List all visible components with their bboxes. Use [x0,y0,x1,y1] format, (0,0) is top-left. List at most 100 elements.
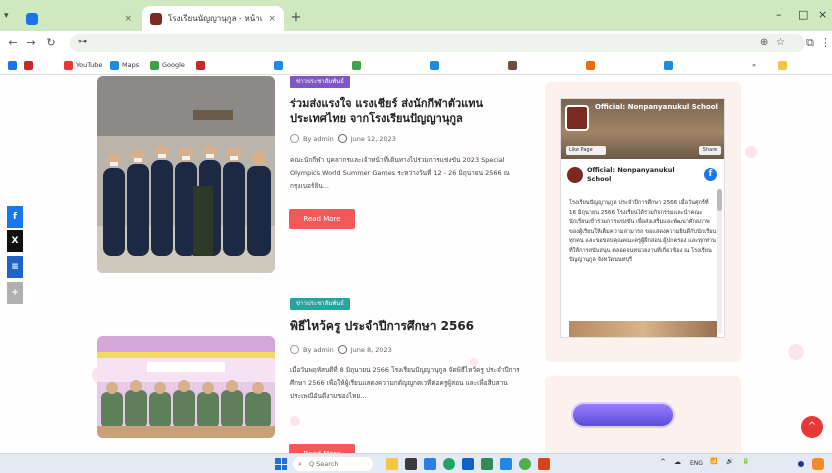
bookmark-item[interactable] [24,59,36,71]
post-excerpt: คณะนักกีฬา บุคลากรและเจ้าหน้าที่เดินทางไ… [290,156,510,190]
facebook-post-photo[interactable] [569,321,717,337]
category-badge[interactable]: ข่าวประชาสัมพันธ์ [290,298,350,310]
scrollbar[interactable] [717,189,722,334]
bookmark-icon [508,60,517,70]
apps-icon[interactable] [8,59,17,71]
app-icon[interactable] [481,458,493,470]
google-icon [150,60,159,70]
author-avatar-icon [290,345,299,354]
all-bookmarks[interactable] [778,59,790,71]
app-tray-icon[interactable] [812,458,824,470]
tab-favicon-icon [150,12,162,25]
bookmarks-bar: YouTube Maps Google » [0,55,832,75]
bookmark-item[interactable] [586,59,598,71]
more-share-button[interactable]: + [7,282,23,304]
close-window-button[interactable]: × [818,8,827,21]
facebook-cover[interactable]: Official: Nonpanyanukul School Like Page… [561,99,724,159]
read-more-button[interactable]: Read More [289,444,355,453]
scrollbar-thumb[interactable] [717,189,722,211]
post-thumbnail[interactable] [97,336,275,438]
store-icon[interactable] [500,458,512,470]
weather-icon[interactable]: ☁ [674,458,681,466]
app-icon[interactable] [519,458,531,470]
file-explorer-icon[interactable] [424,458,436,470]
tab-inactive[interactable]: × [18,6,140,31]
tab-search-icon[interactable]: ▾ [4,11,14,21]
search-placeholder: Q Search [309,460,339,468]
app-icon[interactable] [538,458,550,470]
edge-icon[interactable] [462,458,474,470]
decorative-dot [788,344,804,360]
decorative-dot [290,416,300,426]
notification-icon[interactable] [798,461,804,467]
widgets-icon[interactable] [386,458,398,470]
bookmark-item[interactable]: YouTube [64,59,102,71]
zoom-icon[interactable]: ⊕ [760,37,768,48]
minimize-button[interactable]: – [776,8,782,21]
bookmark-label: Maps [122,61,140,69]
facebook-page-name[interactable]: Official: Nonpanyanukul School [595,103,718,111]
extensions-icon[interactable]: ⧉ [806,36,814,50]
bookmark-item[interactable]: Google [150,59,185,71]
facebook-post-author[interactable]: Official: Nonpanyanukul School [587,166,677,184]
bookmark-icon [430,60,439,70]
like-page-button[interactable]: Like Page [566,146,606,155]
bookmark-label: Google [162,61,185,69]
post-title[interactable]: พิธีไหว้ครู ประจำปีการศึกษา 2566 [290,319,530,334]
facebook-icon[interactable]: f [704,168,717,181]
chrome-icon[interactable] [443,458,455,470]
battery-icon[interactable]: 🔋 [742,458,749,465]
windows-start-icon[interactable] [275,458,287,470]
new-tab-button[interactable]: + [288,10,304,26]
category-badge[interactable]: ข่าวประชาสัมพันธ์ [290,76,350,88]
avatar[interactable] [567,167,583,183]
read-more-button[interactable]: Read More [289,209,355,229]
facebook-share-button[interactable]: f [7,206,23,228]
post-date[interactable]: June 8, 2023 [351,346,392,354]
site-info-icon[interactable]: ⊶ [78,37,87,47]
bookmark-item[interactable] [352,59,364,71]
bookmark-item[interactable]: Maps [110,59,139,71]
tray-overflow-icon[interactable]: ^ [660,458,666,466]
bookmark-item[interactable] [430,59,442,71]
bookmark-icon [274,60,283,70]
tab-active[interactable]: โรงเรียนนัญญานุกูล - หน้าแรก × [142,6,284,31]
post-author[interactable]: By admin [303,135,334,143]
language-indicator[interactable]: ENG [690,460,703,467]
maps-icon [110,60,119,70]
x-share-button[interactable]: X [7,230,23,252]
back-icon[interactable]: ← [6,36,20,49]
bookmark-icon [352,60,361,70]
x-icon: X [11,236,19,246]
line-share-button[interactable]: ≡ [7,256,23,278]
bookmark-star-icon[interactable]: ☆ [776,37,785,48]
menu-icon[interactable]: ⋮ [820,36,831,49]
bookmark-item[interactable] [274,59,286,71]
youtube-icon [64,60,73,70]
bookmark-item[interactable] [664,59,676,71]
reload-icon[interactable]: ↻ [44,36,58,49]
taskbar: ⌕ Q Search ^ ☁ ENG 📶 🔊 🔋 [0,453,832,473]
post-title[interactable]: ร่วมส่งแรงใจ แรงเชียร์ ส่งนักกีฬาตัวแทนป… [290,96,530,126]
tab-title: โรงเรียนนัญญานุกูล - หน้าแรก [168,14,263,23]
maximize-button[interactable]: □ [798,8,808,21]
bookmarks-overflow-icon[interactable]: » [752,59,756,71]
browser-toolbar: ← → ↻ ⊶ ⊕ ☆ ⧉ ⋮ [0,31,832,55]
post-thumbnail[interactable] [97,76,275,273]
post-author[interactable]: By admin [303,346,334,354]
forward-icon[interactable]: → [24,36,38,49]
close-tab-icon[interactable]: × [268,14,276,24]
arrow-up-icon: ^ [807,421,817,432]
volume-icon[interactable]: 🔊 [726,458,733,465]
banner-button[interactable] [571,402,675,428]
bookmark-item[interactable] [508,59,520,71]
post-date[interactable]: June 12, 2023 [351,135,396,143]
close-tab-icon[interactable]: × [124,14,132,24]
bookmark-item[interactable] [196,59,208,71]
wifi-icon[interactable]: 📶 [710,458,717,465]
task-view-icon[interactable] [405,458,417,470]
taskbar-search[interactable]: ⌕ Q Search [293,457,373,471]
share-button[interactable]: Share [699,146,721,155]
address-bar[interactable]: ⊶ ⊕ ☆ [70,34,805,52]
scroll-to-top-button[interactable]: ^ [801,416,823,438]
